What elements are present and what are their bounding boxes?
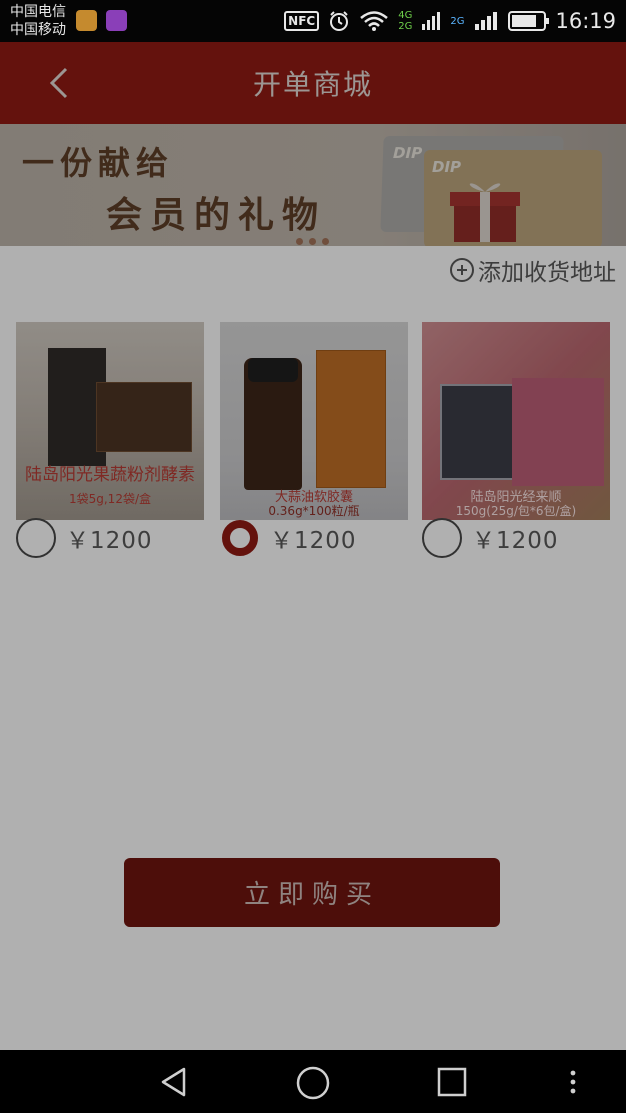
battery-icon — [508, 11, 550, 31]
carrier-2: 中国移动 — [10, 22, 66, 38]
gift-box-icon — [450, 183, 520, 242]
recents-square-icon[interactable] — [436, 1066, 468, 1098]
home-circle-icon[interactable] — [296, 1066, 330, 1100]
product-image[interactable]: 陆岛阳光果蔬粉剂酵素 1袋5g,12袋/盒 — [16, 322, 204, 520]
product-select[interactable]: ￥1200 — [16, 518, 153, 558]
product-spec: 1袋5g,12袋/盒 — [68, 492, 151, 506]
carrier-1: 中国电信 — [10, 4, 66, 20]
radio-button[interactable] — [16, 518, 56, 558]
notification-app-icon — [76, 10, 97, 31]
banner-pagination — [296, 238, 329, 245]
wifi-icon — [360, 11, 389, 31]
banner-headline-2: 会员的礼物 — [106, 194, 327, 236]
status-bar: 中国电信 中国移动 NFC 4G 2G 2G 16:19 — [0, 0, 626, 42]
network-type-2: 2G — [450, 16, 464, 27]
buy-now-button[interactable]: 立即购买 — [124, 858, 500, 927]
product-card[interactable]: 陆岛阳光经来顺 150g(25g/包*6包/盒) ￥1200 — [422, 322, 612, 558]
add-address-button[interactable]: 添加收货地址 — [450, 254, 616, 286]
product-box-brown — [96, 382, 192, 452]
plus-circle-icon — [450, 258, 474, 282]
chevron-left-icon[interactable] — [44, 65, 78, 101]
back-triangle-icon[interactable] — [158, 1066, 190, 1098]
network-type-bottom: 2G — [398, 21, 413, 32]
radio-button[interactable] — [422, 518, 462, 558]
app-header: 开单商城 — [0, 42, 626, 124]
clock: 16:19 — [555, 9, 616, 33]
card-label-gold: DIP — [432, 158, 462, 176]
product-card[interactable]: 陆岛阳光果蔬粉剂酵素 1袋5g,12袋/盒 ￥1200 — [16, 322, 206, 558]
product-box-pink — [512, 378, 604, 486]
page-title: 开单商城 — [252, 68, 373, 101]
product-select[interactable]: ￥1200 — [422, 518, 559, 558]
card-label-silver: DIP — [392, 144, 423, 162]
promo-banner[interactable]: 一份献给 会员的礼物 DIP DIP — [0, 124, 626, 246]
product-card[interactable]: 大蒜油软胶囊 0.36g*100粒/瓶 ￥1200 — [220, 322, 410, 556]
product-spec: 0.36g*100粒/瓶 — [268, 504, 360, 518]
product-box-orange — [316, 350, 386, 488]
product-name: 陆岛阳光果蔬粉剂酵素 — [25, 465, 195, 485]
signal-icon — [475, 12, 498, 30]
pagination-dot — [309, 238, 316, 245]
menu-dots-icon[interactable] — [566, 1070, 580, 1094]
banner-headline-1: 一份献给 — [22, 144, 175, 182]
network-type-top: 4G — [398, 10, 413, 21]
gallery-icon — [106, 10, 127, 31]
pagination-dot — [322, 238, 329, 245]
product-select[interactable]: ￥1200 — [220, 518, 357, 558]
nfc-icon: NFC — [284, 11, 320, 31]
add-address-label: 添加收货地址 — [478, 260, 616, 286]
product-spec: 150g(25g/包*6包/盒) — [455, 504, 577, 518]
carrier-info: 中国电信 中国移动 — [10, 3, 66, 39]
product-bottle-cap — [248, 358, 298, 382]
signal-icon — [422, 12, 441, 30]
system-nav-bar — [0, 1050, 626, 1113]
product-image[interactable]: 大蒜油软胶囊 0.36g*100粒/瓶 — [220, 322, 408, 520]
product-price: ￥1200 — [472, 528, 559, 554]
network-type-2-label: 2G — [450, 15, 465, 27]
status-icons: NFC 4G 2G 2G 16:19 — [284, 0, 616, 42]
product-price: ￥1200 — [66, 528, 153, 554]
radio-button-selected[interactable] — [222, 520, 258, 556]
pagination-dot — [296, 238, 303, 245]
product-price: ￥1200 — [270, 528, 357, 554]
alarm-icon — [330, 11, 349, 31]
product-image[interactable]: 陆岛阳光经来顺 150g(25g/包*6包/盒) — [422, 322, 610, 520]
network-type-1: 4G 2G — [398, 10, 412, 32]
